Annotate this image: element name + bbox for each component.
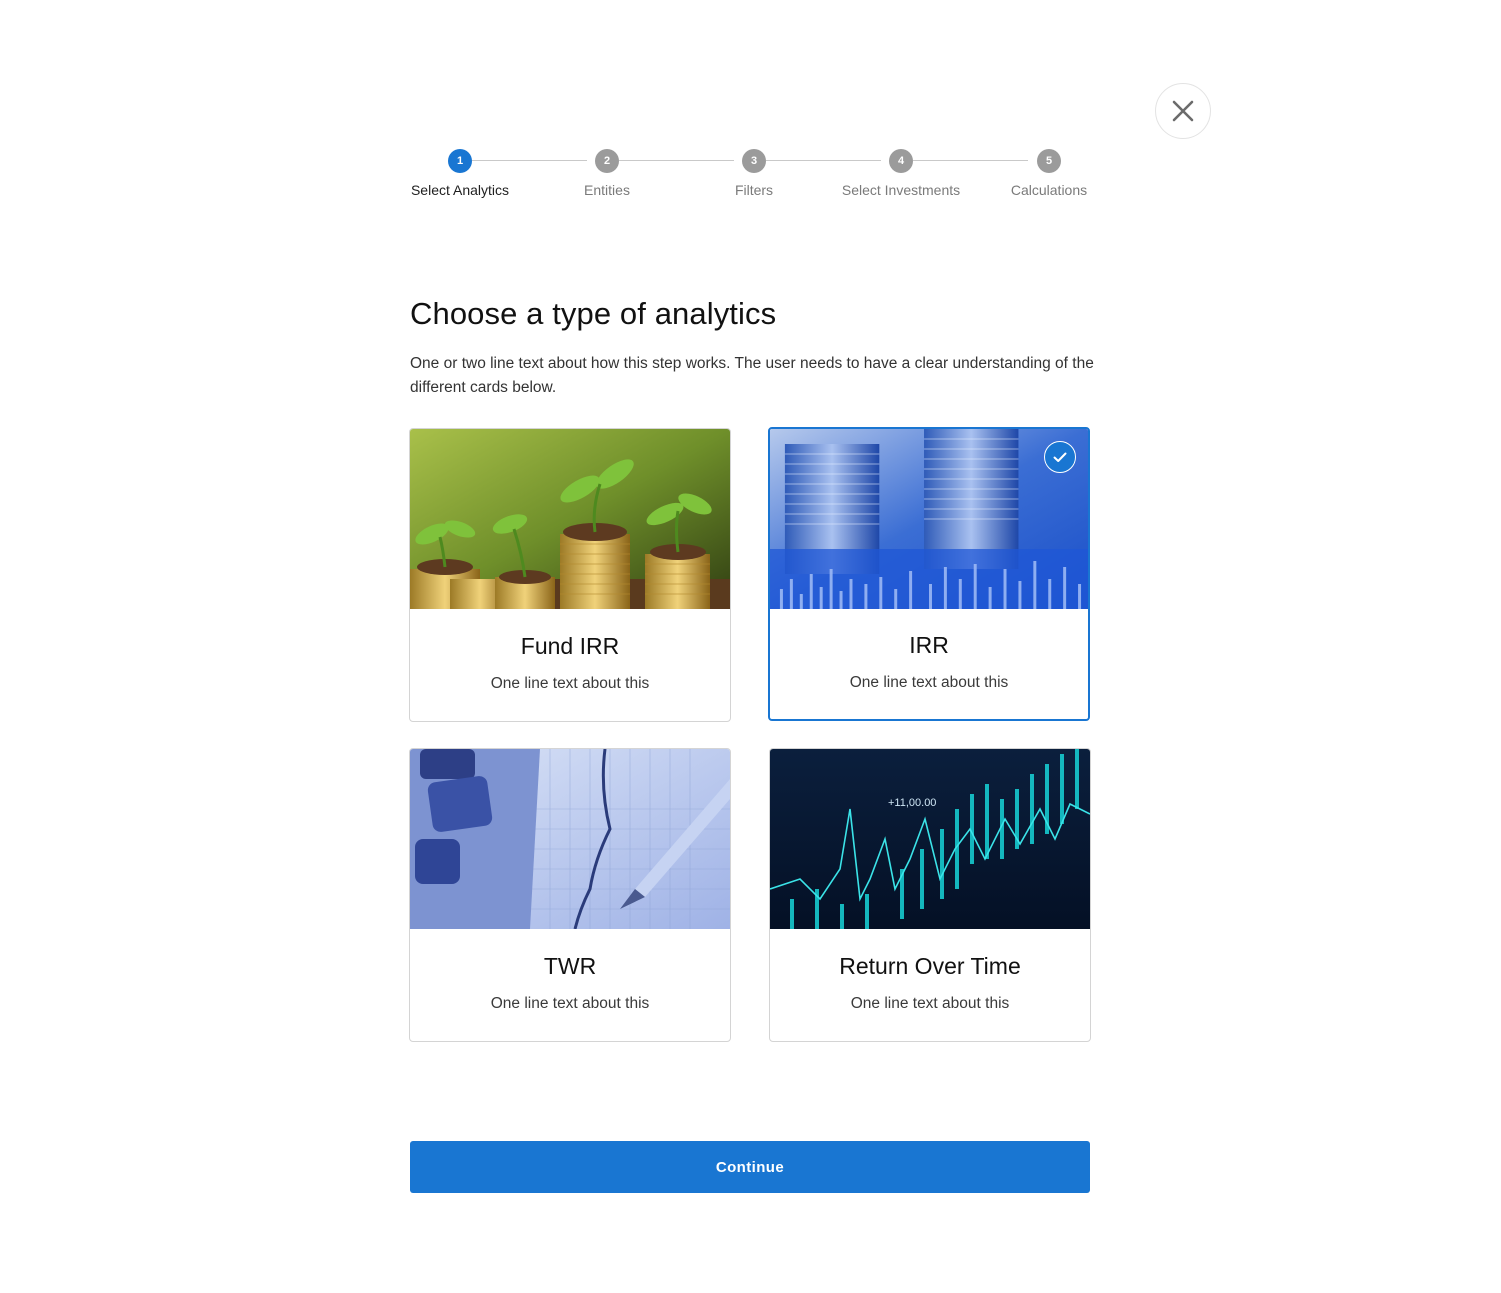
step-select-investments[interactable]: 4 Select Investments [821,149,981,198]
card-twr[interactable]: TWR One line text about this [409,748,731,1042]
close-button[interactable] [1155,83,1211,139]
step-label: Calculations [1010,182,1088,198]
card-subtitle: One line text about this [490,995,650,1012]
card-subtitle: One line text about this [849,674,1009,691]
blue-coin-stacks-image [770,429,1088,609]
card-title: TWR [543,953,597,979]
step-number: 4 [889,149,913,173]
card-return-over-time[interactable]: +11,00.00 Return Over Time One line text… [769,748,1091,1042]
selected-check-badge [1044,441,1076,473]
step-label: Select Analytics [410,182,510,198]
step-number: 3 [742,149,766,173]
card-fund-irr[interactable]: Fund IRR One line text about this [409,428,731,722]
step-label: Entities [584,182,630,198]
plants-on-coins-image [410,429,730,609]
card-subtitle: One line text about this [850,995,1010,1012]
close-icon [1172,100,1194,122]
step-select-analytics[interactable]: 1 Select Analytics [380,149,540,198]
progress-stepper: 1 Select Analytics 2 Entities 3 Filters … [410,149,1090,199]
page-title: Choose a type of analytics [410,296,777,331]
wizard-page: 1 Select Analytics 2 Entities 3 Filters … [0,0,1501,1293]
chart-image-value-text: +11,00.00 [888,797,936,809]
calculator-pen-chart-image [410,749,730,929]
check-icon [1053,452,1067,462]
step-number: 1 [448,149,472,173]
stock-market-chart-image: +11,00.00 [770,749,1090,929]
continue-button[interactable]: Continue [410,1141,1090,1193]
card-subtitle: One line text about this [490,675,650,692]
card-title: IRR [909,632,949,658]
step-label: Filters [734,182,774,198]
step-entities[interactable]: 2 Entities [527,149,687,198]
card-title: Fund IRR [520,633,620,659]
step-calculations[interactable]: 5 Calculations [969,149,1129,198]
step-number: 5 [1037,149,1061,173]
page-description: One or two line text about how this step… [410,355,1094,396]
card-title: Return Over Time [839,953,1021,979]
step-label: Select Investments [841,182,961,198]
card-irr[interactable]: IRR One line text about this [768,427,1090,721]
step-number: 2 [595,149,619,173]
step-filters[interactable]: 3 Filters [674,149,834,198]
